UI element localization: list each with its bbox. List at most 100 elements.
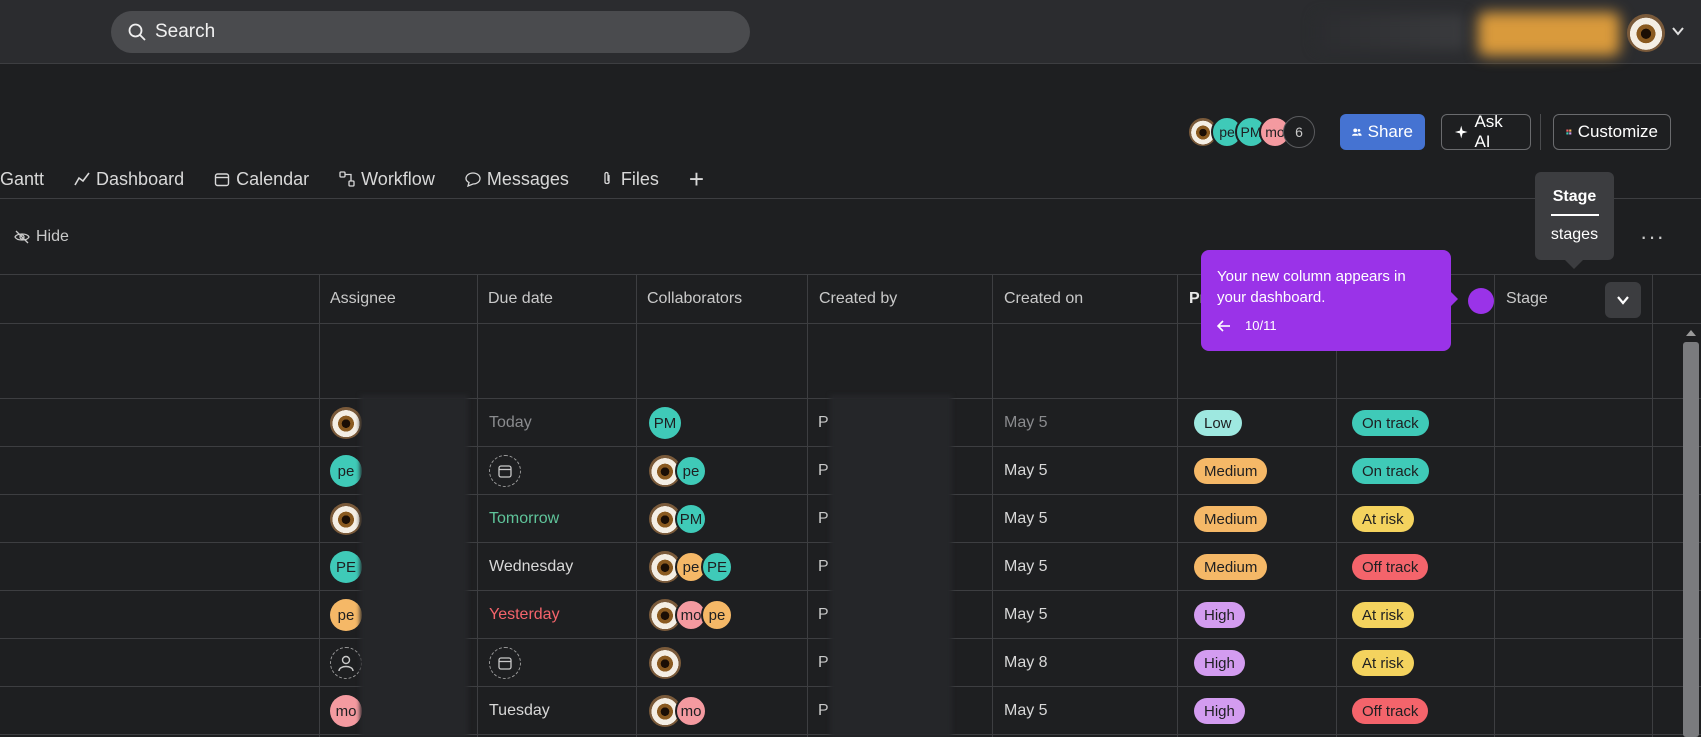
chevron-down-icon <box>1617 296 1629 305</box>
status-cell[interactable]: At risk <box>1352 495 1414 543</box>
column-header-collaborators[interactable]: Collaborators <box>636 275 742 323</box>
member-avatars[interactable]: pe PM mo 6 <box>1187 114 1315 150</box>
stage-cell[interactable] <box>1495 591 1652 639</box>
column-header-assignee[interactable]: Assignee <box>319 275 396 323</box>
member-count[interactable]: 6 <box>1283 116 1315 148</box>
view-tabs: Gantt Dashboard Calendar Workflow Messag… <box>0 160 704 198</box>
status-cell[interactable]: Off track <box>1352 687 1429 735</box>
assignee-cell[interactable]: pe <box>330 591 362 639</box>
stage-column-menu-button[interactable] <box>1605 282 1641 318</box>
tab-workflow[interactable]: Workflow <box>339 169 435 190</box>
user-avatar[interactable] <box>1627 14 1665 52</box>
assignee-cell[interactable] <box>330 639 362 687</box>
column-header-stage[interactable]: Stage <box>1495 275 1548 323</box>
collaborators-cell[interactable]: pe <box>649 447 707 495</box>
assignee-cell[interactable]: mo <box>330 687 362 735</box>
blurred-upgrade-button[interactable] <box>1478 12 1620 56</box>
due-date-cell[interactable] <box>489 639 521 687</box>
collaborators-cell[interactable]: mo <box>649 687 707 735</box>
stage-cell[interactable] <box>1495 543 1652 591</box>
priority-cell[interactable]: High <box>1194 591 1245 639</box>
priority-cell[interactable]: Low <box>1194 399 1242 447</box>
assignee-cell[interactable]: pe <box>330 447 362 495</box>
collaborators-cell[interactable] <box>649 639 681 687</box>
due-date-cell[interactable]: Tomorrow <box>489 495 559 543</box>
avatar[interactable]: PM <box>675 503 707 535</box>
stage-column-popover: Stage stages <box>1535 172 1614 260</box>
empty-assignee-icon[interactable] <box>330 647 362 679</box>
status-cell[interactable]: On track <box>1352 399 1429 447</box>
avatar[interactable] <box>649 647 681 679</box>
avatar[interactable] <box>330 503 362 535</box>
status-cell[interactable]: At risk <box>1352 639 1414 687</box>
assignee-cell[interactable] <box>330 399 362 447</box>
tab-calendar[interactable]: Calendar <box>214 169 309 190</box>
column-header-due-date[interactable]: Due date <box>477 275 553 323</box>
priority-cell[interactable]: Medium <box>1194 495 1268 543</box>
stage-cell[interactable] <box>1495 447 1652 495</box>
calendar-icon <box>214 173 230 187</box>
stage-cell[interactable] <box>1495 495 1652 543</box>
column-header-created-by[interactable]: Created by <box>808 275 897 323</box>
tab-files[interactable]: Files <box>599 169 659 190</box>
avatar[interactable]: PE <box>330 551 362 583</box>
priority-cell[interactable]: Medium <box>1194 447 1268 495</box>
avatar[interactable]: PE <box>701 551 733 583</box>
search-placeholder: Search <box>155 21 216 42</box>
grid-icon <box>1566 129 1572 135</box>
created-by-cell: P <box>818 654 829 671</box>
avatar[interactable]: pe <box>675 455 707 487</box>
more-options-icon[interactable]: ··· <box>1640 224 1665 250</box>
avatar[interactable]: PM <box>649 407 681 439</box>
status-cell[interactable]: On track <box>1352 447 1429 495</box>
tour-beacon[interactable] <box>1468 288 1494 314</box>
share-button[interactable]: Share <box>1340 114 1425 150</box>
due-date-cell[interactable]: Tuesday <box>489 687 550 735</box>
collaborators-cell[interactable]: mo pe <box>649 591 733 639</box>
avatar[interactable]: mo <box>675 695 707 727</box>
tooltip-step: 10/11 <box>1245 318 1277 333</box>
customize-button[interactable]: Customize <box>1553 114 1671 150</box>
hide-button[interactable]: Hide <box>14 228 69 246</box>
due-date-cell[interactable]: Wednesday <box>489 543 573 591</box>
assignee-cell[interactable]: PE <box>330 543 362 591</box>
status-cell[interactable]: At risk <box>1352 591 1414 639</box>
due-date: Today <box>489 414 532 431</box>
ask-ai-button[interactable]: Ask AI <box>1441 112 1531 151</box>
avatar[interactable]: pe <box>330 599 362 631</box>
due-date-cell[interactable]: Yesterday <box>489 591 560 639</box>
tab-dashboard[interactable]: Dashboard <box>74 169 184 190</box>
assignee-cell[interactable] <box>330 495 362 543</box>
avatar[interactable] <box>330 407 362 439</box>
avatar[interactable]: pe <box>330 455 362 487</box>
due-date-cell[interactable]: Today <box>489 399 532 447</box>
add-tab-button[interactable]: + <box>689 164 704 195</box>
due-date-cell[interactable] <box>489 447 521 495</box>
tab-gantt[interactable]: Gantt <box>0 169 44 190</box>
scroll-up-arrow[interactable] <box>1686 330 1696 336</box>
search-input[interactable]: Search <box>111 11 750 53</box>
eye-off-icon <box>14 230 30 244</box>
stage-cell[interactable] <box>1495 687 1652 735</box>
priority-cell[interactable]: High <box>1194 687 1245 735</box>
priority-cell[interactable]: Medium <box>1194 543 1268 591</box>
title-underline <box>1550 214 1599 216</box>
priority-cell[interactable]: High <box>1194 639 1245 687</box>
people-icon <box>1352 128 1362 136</box>
collaborators-cell[interactable]: PM <box>649 495 707 543</box>
stage-cell[interactable] <box>1495 399 1652 447</box>
status-badge: On track <box>1352 410 1429 436</box>
stage-cell[interactable] <box>1495 639 1652 687</box>
status-badge: Off track <box>1352 698 1429 724</box>
arrow-left-icon[interactable] <box>1217 319 1231 332</box>
chevron-down-icon[interactable] <box>1671 24 1685 38</box>
column-header-created-on[interactable]: Created on <box>993 275 1083 323</box>
avatar[interactable]: mo <box>330 695 362 727</box>
created-on-cell: May 5 <box>1004 702 1048 719</box>
status-cell[interactable]: Off track <box>1352 543 1429 591</box>
scrollbar-thumb[interactable] <box>1683 342 1699 737</box>
collaborators-cell[interactable]: PM <box>649 399 681 447</box>
tab-messages[interactable]: Messages <box>465 169 569 190</box>
collaborators-cell[interactable]: pe PE <box>649 543 733 591</box>
avatar[interactable]: pe <box>701 599 733 631</box>
